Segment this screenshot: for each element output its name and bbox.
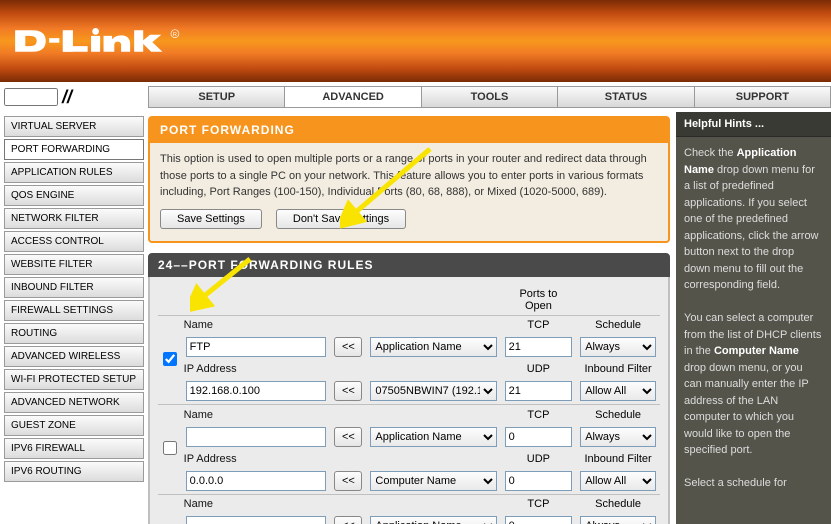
model-input[interactable] xyxy=(4,88,58,106)
panel-title: PORT FORWARDING xyxy=(150,118,668,143)
nav-tabs: SETUP ADVANCED TOOLS STATUS SUPPORT xyxy=(148,82,831,112)
copy-app-button[interactable]: << xyxy=(334,516,362,524)
copy-computer-button[interactable]: << xyxy=(334,381,362,401)
udp-input[interactable] xyxy=(505,381,573,401)
save-button[interactable]: Save Settings xyxy=(160,209,262,229)
computer-select[interactable]: Computer Name xyxy=(370,471,496,491)
tab-advanced[interactable]: ADVANCED xyxy=(284,86,420,108)
application-select[interactable]: Application Name xyxy=(370,337,496,357)
sidebar: VIRTUAL SERVERPORT FORWARDINGAPPLICATION… xyxy=(0,112,148,524)
tcp-input[interactable] xyxy=(505,427,573,447)
hints-title: Helpful Hints ... xyxy=(676,112,831,137)
label-name: Name xyxy=(182,316,331,334)
copy-app-button[interactable]: << xyxy=(334,427,362,447)
sidebar-item-advanced-network[interactable]: ADVANCED NETWORK xyxy=(4,392,144,413)
schedule-select[interactable]: Always xyxy=(580,427,656,447)
label-ip: IP Address xyxy=(182,450,331,468)
tab-setup[interactable]: SETUP xyxy=(148,86,284,108)
sidebar-item-ipv6-firewall[interactable]: IPV6 FIREWALL xyxy=(4,438,144,459)
intro-panel: PORT FORWARDING This option is used to o… xyxy=(148,116,670,243)
label-schedule: Schedule xyxy=(576,316,660,334)
label-tcp: TCP xyxy=(501,406,577,424)
svg-text:R: R xyxy=(173,32,177,38)
computer-select[interactable]: 07505NBWIN7 (192.168 xyxy=(370,381,496,401)
sidebar-item-wi-fi-protected-setup[interactable]: WI-FI PROTECTED SETUP xyxy=(4,369,144,390)
sidebar-item-port-forwarding[interactable]: PORT FORWARDING xyxy=(4,139,144,160)
sidebar-item-inbound-filter[interactable]: INBOUND FILTER xyxy=(4,277,144,298)
name-input[interactable] xyxy=(186,337,327,357)
label-ip: IP Address xyxy=(182,360,331,378)
brand-logo: R xyxy=(14,21,184,61)
label-name: Name xyxy=(182,495,331,513)
rules-panel: Ports to Open NameTCPSchedule<<Applicati… xyxy=(148,277,670,524)
top-bar: // SETUP ADVANCED TOOLS STATUS SUPPORT xyxy=(0,82,831,112)
tcp-input[interactable] xyxy=(505,337,573,357)
sidebar-item-application-rules[interactable]: APPLICATION RULES xyxy=(4,162,144,183)
sidebar-item-advanced-wireless[interactable]: ADVANCED WIRELESS xyxy=(4,346,144,367)
sidebar-item-website-filter[interactable]: WEBSITE FILTER xyxy=(4,254,144,275)
application-select[interactable]: Application Name xyxy=(370,427,496,447)
tcp-input[interactable] xyxy=(505,516,573,524)
panel-text: This option is used to open multiple por… xyxy=(160,153,647,198)
header: R xyxy=(0,0,831,82)
row-enable-checkbox[interactable] xyxy=(163,352,177,366)
row-enable-checkbox[interactable] xyxy=(163,441,177,455)
sidebar-item-guest-zone[interactable]: GUEST ZONE xyxy=(4,415,144,436)
tab-status[interactable]: STATUS xyxy=(557,86,693,108)
sidebar-item-access-control[interactable]: ACCESS CONTROL xyxy=(4,231,144,252)
filter-select[interactable]: Allow All xyxy=(580,471,656,491)
schedule-select[interactable]: Always xyxy=(580,516,656,524)
hint-p2: You can select a computer from the list … xyxy=(684,310,823,459)
dont-save-button[interactable]: Don't Save Settings xyxy=(276,209,406,229)
application-select[interactable]: Application Name xyxy=(370,516,496,524)
name-input[interactable] xyxy=(186,516,327,524)
copy-computer-button[interactable]: << xyxy=(334,471,362,491)
label-tcp: TCP xyxy=(501,495,577,513)
label-tcp: TCP xyxy=(501,316,577,334)
ip-input[interactable] xyxy=(186,471,327,491)
sidebar-item-network-filter[interactable]: NETWORK FILTER xyxy=(4,208,144,229)
label-udp: UDP xyxy=(501,450,577,468)
label-inbound: Inbound Filter xyxy=(576,450,660,468)
label-schedule: Schedule xyxy=(576,495,660,513)
tab-tools[interactable]: TOOLS xyxy=(421,86,557,108)
hint-p3: Select a schedule for xyxy=(684,475,823,492)
label-inbound: Inbound Filter xyxy=(576,360,660,378)
filter-select[interactable]: Allow All xyxy=(580,381,656,401)
label-name: Name xyxy=(182,406,331,424)
rules-title: 24––PORT FORWARDING RULES xyxy=(148,253,670,277)
schedule-select[interactable]: Always xyxy=(580,337,656,357)
slash-divider: // xyxy=(62,87,72,108)
sidebar-item-firewall-settings[interactable]: FIREWALL SETTINGS xyxy=(4,300,144,321)
sidebar-item-ipv6-routing[interactable]: IPV6 ROUTING xyxy=(4,461,144,482)
sidebar-item-routing[interactable]: ROUTING xyxy=(4,323,144,344)
label-schedule: Schedule xyxy=(576,406,660,424)
name-input[interactable] xyxy=(186,427,327,447)
label-udp: UDP xyxy=(501,360,577,378)
hint-p1: Check the Application Name drop down men… xyxy=(684,145,823,294)
tab-support[interactable]: SUPPORT xyxy=(694,86,831,108)
udp-input[interactable] xyxy=(505,471,573,491)
helpful-hints: Helpful Hints ... Check the Application … xyxy=(676,112,831,524)
copy-app-button[interactable]: << xyxy=(334,337,362,357)
ports-header: Ports to Open xyxy=(501,285,577,316)
main-area: PORT FORWARDING This option is used to o… xyxy=(148,112,676,524)
sidebar-item-virtual-server[interactable]: VIRTUAL SERVER xyxy=(4,116,144,137)
sidebar-item-qos-engine[interactable]: QOS ENGINE xyxy=(4,185,144,206)
ip-input[interactable] xyxy=(186,381,327,401)
